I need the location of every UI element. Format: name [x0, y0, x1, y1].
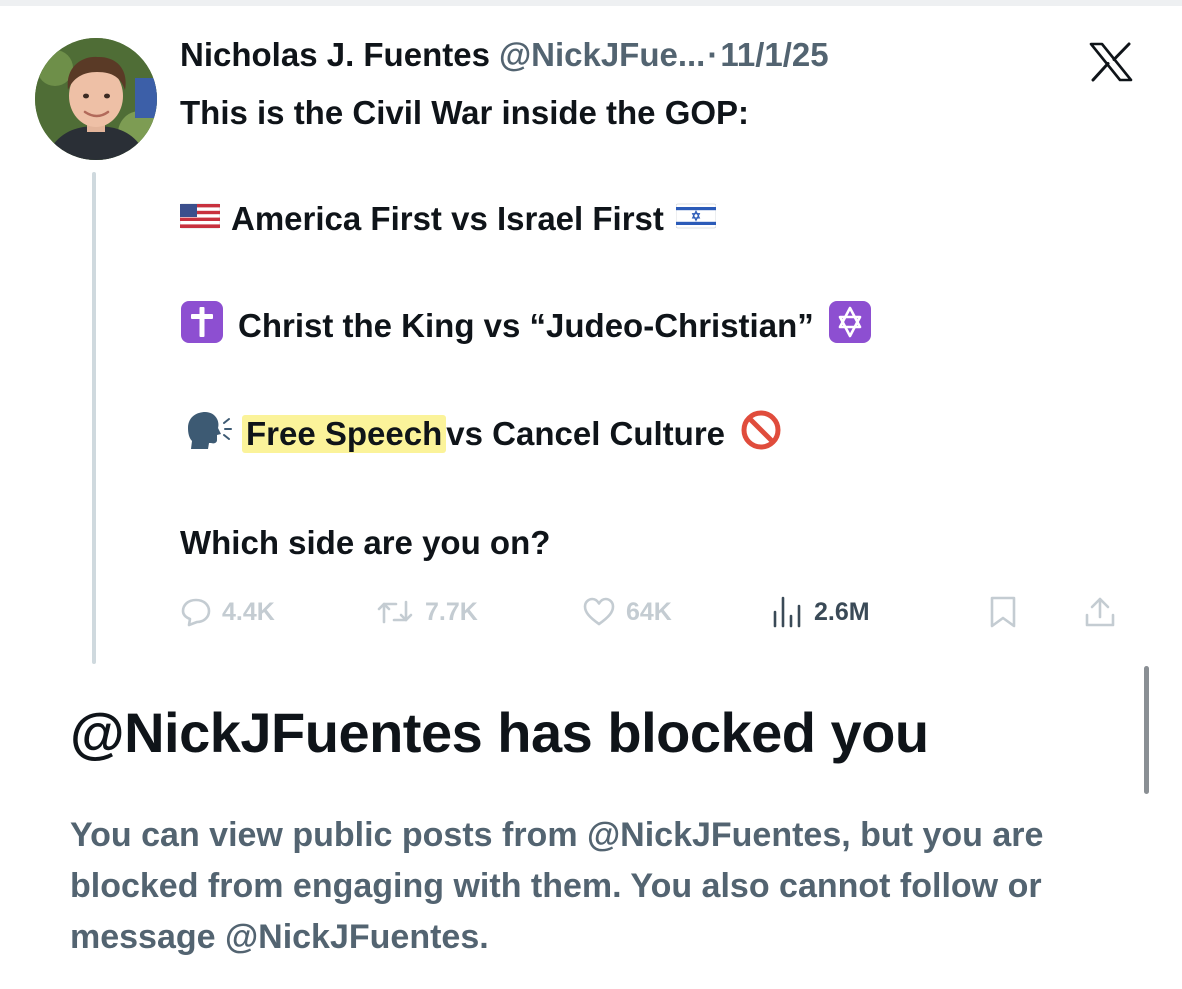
highlighted-text: Free Speech — [242, 415, 447, 453]
share-button[interactable] — [1083, 590, 1117, 634]
reply-count: 4.4K — [222, 597, 275, 626]
us-flag-icon — [179, 200, 221, 238]
post-line: Free Speech vs Cancel Culture — [180, 408, 783, 460]
star-of-david-icon — [828, 300, 872, 352]
repost-icon — [377, 600, 413, 624]
share-icon — [1085, 597, 1115, 627]
thread-line — [92, 172, 96, 664]
repost-button[interactable]: 7.7K — [375, 590, 478, 634]
repost-count: 7.7K — [425, 597, 478, 626]
top-divider — [0, 0, 1182, 6]
post-action-bar: 4.4K 7.7K 64K 2.6M — [180, 590, 1140, 634]
author-handle[interactable]: @NickJFue... — [499, 36, 705, 74]
post-date[interactable]: 11/1/25 — [720, 36, 828, 74]
post-line: America First vs Israel First — [179, 196, 717, 242]
post-line-text: America First vs Israel First — [231, 200, 664, 237]
post-intro: This is the Civil War inside the GOP: — [180, 94, 750, 131]
blocked-description: You can view public posts from @NickJFue… — [70, 816, 1044, 956]
author-name[interactable]: Nicholas J. Fuentes — [180, 36, 490, 74]
x-logo-icon — [1088, 42, 1134, 82]
views-button[interactable]: 2.6M — [770, 590, 870, 634]
scrollbar[interactable] — [1144, 666, 1149, 794]
latin-cross-icon — [180, 300, 224, 352]
heart-icon — [583, 597, 615, 626]
bookmark-button[interactable] — [988, 590, 1018, 634]
blocked-title: @NickJFuentes has blocked you — [70, 701, 929, 764]
post-question: Which side are you on? — [180, 524, 551, 561]
like-button[interactable]: 64K — [582, 590, 672, 634]
israel-flag-icon — [675, 200, 717, 238]
post-header: Nicholas J. Fuentes @NickJFue... · 11/1/… — [180, 36, 829, 82]
speaking-head-icon — [180, 408, 232, 460]
separator-dot: · — [707, 36, 719, 73]
reply-button[interactable]: 4.4K — [180, 590, 275, 634]
views-icon — [773, 596, 801, 628]
views-count: 2.6M — [814, 597, 870, 626]
post-line-text: Christ the King vs “Judeo-Christian” — [238, 307, 814, 344]
avatar[interactable] — [35, 38, 157, 160]
reply-icon — [181, 598, 211, 627]
post-line-text: vs Cancel Culture — [446, 415, 726, 452]
like-count: 64K — [626, 597, 672, 626]
prohibited-icon — [739, 408, 783, 460]
bookmark-icon — [990, 596, 1016, 628]
post-line: Christ the King vs “Judeo-Christian” — [180, 300, 872, 352]
